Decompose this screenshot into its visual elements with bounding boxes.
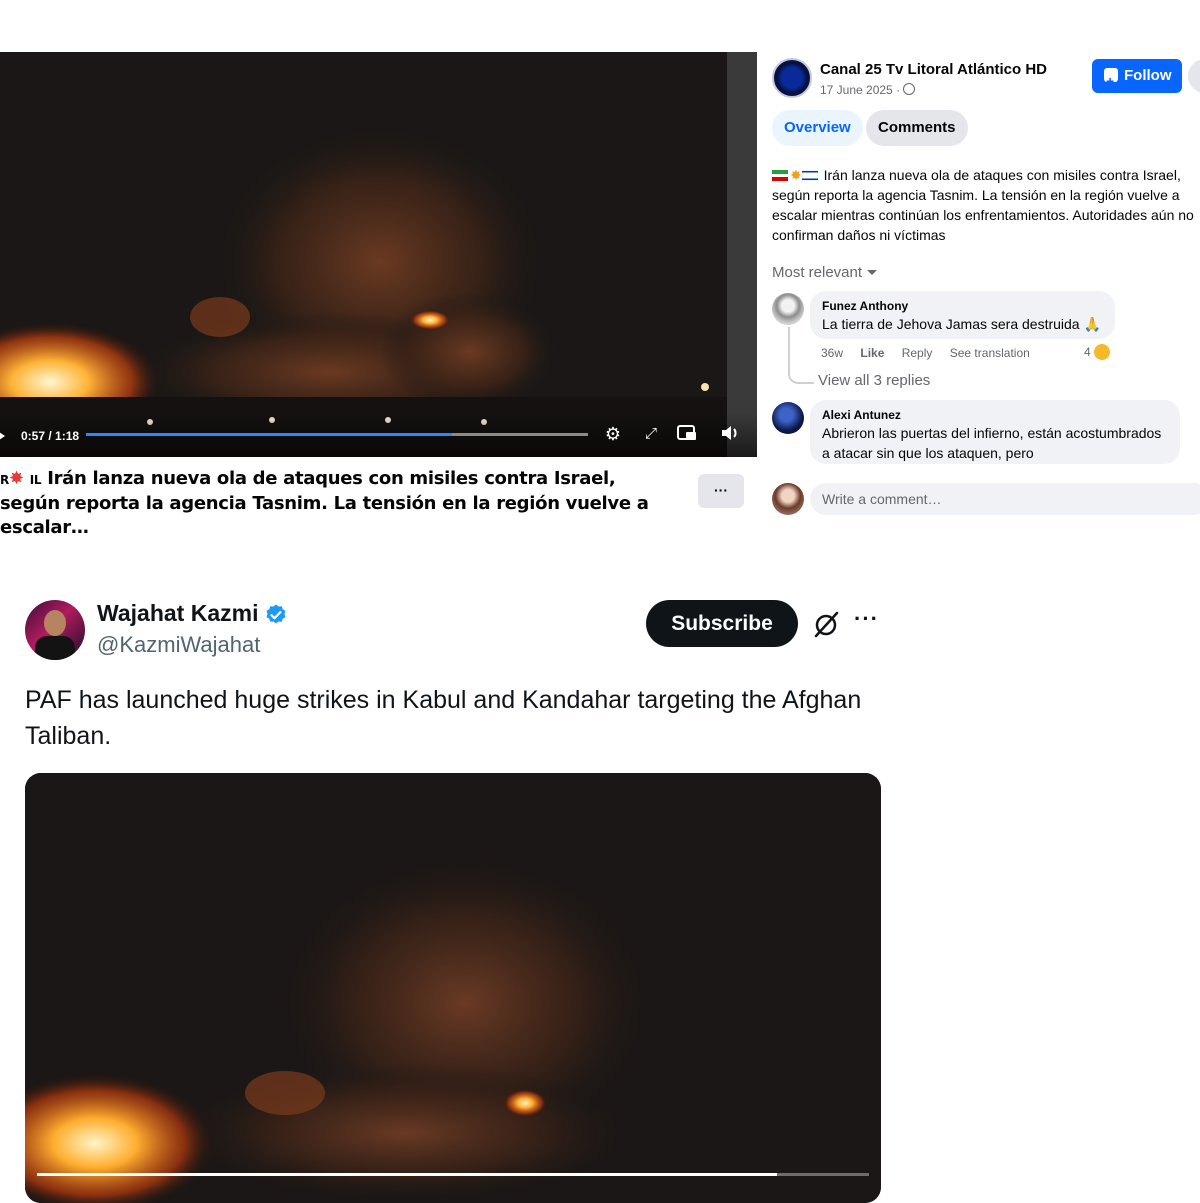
post-body: Irán lanza nueva ola de ataques con misi… — [772, 167, 1194, 243]
subscribe-button[interactable]: Subscribe — [646, 600, 798, 647]
follow-button[interactable]: Follow — [1092, 59, 1182, 98]
facebook-video-player[interactable]: 0:57 / 1:18 ⚙ ⤢ — [0, 52, 757, 457]
settings-gear-icon[interactable]: ⚙ — [603, 424, 623, 444]
globe-icon — [903, 83, 916, 95]
commenter-name[interactable]: Funez Anthony — [822, 298, 1103, 314]
next-post-button[interactable] — [1188, 59, 1200, 93]
post-text: PAF has launched huge strikes in Kabul a… — [25, 686, 862, 750]
explosion-emoji-icon: ✸ — [790, 167, 802, 183]
comment-actions: 36w Like Reply See translation — [821, 346, 1044, 360]
author-avatar[interactable] — [25, 600, 85, 660]
picture-in-picture-icon[interactable] — [677, 424, 697, 444]
add-page-icon — [1104, 64, 1118, 98]
fullscreen-icon[interactable]: ⤢ — [641, 424, 661, 444]
post-text: ✸ Irán lanza nueva ola de ataques con mi… — [772, 165, 1200, 245]
video-letterbox — [727, 52, 757, 457]
video-time: 0:57 / 1:18 — [21, 429, 80, 443]
comment-text: La tierra de Jehova Jamas sera destruida… — [822, 316, 1101, 332]
more-options-icon[interactable]: ··· — [854, 606, 879, 632]
volume-icon[interactable] — [720, 424, 740, 444]
israel-flag-icon — [801, 170, 818, 181]
verified-badge-icon[interactable] — [264, 603, 288, 627]
embedded-video[interactable] — [25, 773, 881, 1203]
comment-age: 36w — [821, 346, 844, 360]
author-handle[interactable]: @KazmiWajahat — [97, 632, 260, 658]
avatar-face — [44, 610, 66, 636]
commenter-avatar[interactable] — [772, 402, 804, 434]
thread-connector — [788, 327, 814, 384]
view-replies-link[interactable]: View all 3 replies — [818, 372, 930, 389]
commenter-name[interactable]: Alexi Antunez — [822, 407, 1168, 423]
page-avatar[interactable] — [772, 58, 812, 98]
more-options-button[interactable]: ··· — [698, 474, 744, 508]
comment-text: Abrieron las puertas del infierno, están… — [822, 425, 1162, 461]
reply-button[interactable]: Reply — [902, 346, 933, 360]
reaction-number: 4 — [1084, 345, 1091, 359]
comment-bubble: Funez Anthony La tierra de Jehova Jamas … — [810, 291, 1115, 339]
current-user-avatar — [772, 483, 804, 515]
video-progress-bar[interactable] — [86, 433, 588, 436]
chevron-down-icon — [867, 270, 878, 275]
video-progress-fill — [86, 433, 453, 436]
like-button[interactable]: Like — [860, 346, 884, 360]
iran-flag-icon — [772, 170, 788, 181]
post-date: 17 June 2025 · — [820, 83, 916, 97]
author-name[interactable]: Wajahat Kazmi — [97, 600, 258, 627]
explosion-scene — [0, 52, 757, 457]
flag-label-il: IL — [29, 473, 42, 487]
explosion-icon: ✸ — [8, 468, 24, 489]
see-translation-link[interactable]: See translation — [950, 346, 1030, 360]
grok-icon[interactable] — [812, 610, 840, 638]
video-caption: R✸ IL Irán lanza nueva ola de ataques co… — [0, 467, 660, 540]
reaction-count[interactable]: 4 — [1084, 344, 1110, 360]
tab-overview[interactable]: Overview — [772, 110, 863, 146]
explosion-scene — [25, 773, 881, 1203]
video-progress-bar[interactable] — [37, 1173, 869, 1176]
video-progress-fill — [37, 1173, 778, 1176]
comment-bubble: Alexi Antunez Abrieron las puertas del i… — [810, 400, 1180, 464]
page-name[interactable]: Canal 25 Tv Litoral Atlántico HD — [820, 61, 1047, 78]
play-icon[interactable] — [0, 430, 5, 442]
avatar-body — [35, 636, 75, 660]
haha-reaction-icon — [1093, 344, 1110, 360]
comment-sort-dropdown[interactable]: Most relevant — [772, 264, 878, 281]
comment-input[interactable]: Write a comment… — [810, 483, 1200, 515]
flag-label-ir: R — [0, 473, 9, 487]
tab-comments[interactable]: Comments — [866, 110, 968, 146]
caption-text: Irán lanza nueva ola de ataques con misi… — [0, 468, 649, 538]
commenter-avatar[interactable] — [772, 293, 804, 325]
sort-label-text: Most relevant — [772, 264, 863, 281]
follow-label: Follow — [1124, 67, 1172, 84]
post-date-text: 17 June 2025 · — [820, 83, 901, 97]
